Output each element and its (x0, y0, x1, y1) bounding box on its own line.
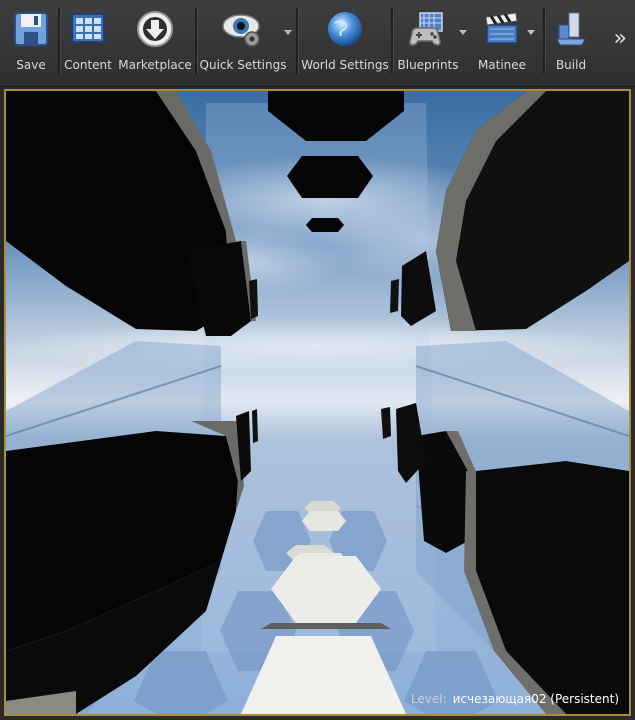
scene-render (6, 91, 629, 714)
matinee-dropdown-icon[interactable] (527, 30, 535, 35)
download-icon (132, 6, 178, 52)
blueprint-gamepad-icon (405, 6, 451, 52)
save-button[interactable]: Save (8, 6, 54, 78)
blueprints-label: Blueprints (397, 58, 459, 72)
toolbar-separator (543, 8, 546, 74)
globe-icon (322, 6, 368, 52)
world-settings-button[interactable]: World Settings (301, 6, 389, 78)
eye-gear-icon (220, 6, 266, 52)
save-label: Save (16, 58, 46, 72)
toolbar-separator (391, 8, 394, 74)
content-button[interactable]: Content (63, 6, 113, 78)
blueprints-button[interactable]: Blueprints (397, 6, 459, 78)
toolbar-separator (296, 8, 299, 74)
floppy-disk-icon (8, 6, 54, 52)
content-browser-icon (65, 6, 111, 52)
build-blocks-icon (548, 6, 594, 52)
matinee-button[interactable]: Matinee (476, 6, 528, 78)
level-label: Level: (410, 692, 447, 706)
build-button[interactable]: Build (548, 6, 594, 78)
blueprints-dropdown-icon[interactable] (459, 30, 467, 35)
level-status: Level: исчезающая02 (Persistent) (411, 692, 619, 706)
toolbar-overflow-icon[interactable]: » (614, 26, 627, 51)
toolbar-separator (195, 8, 198, 74)
level-name: исчезающая02 (Persistent) (452, 692, 619, 706)
marketplace-button[interactable]: Marketplace (118, 6, 192, 78)
build-label: Build (555, 58, 587, 72)
quick-settings-label: Quick Settings (199, 58, 287, 72)
content-label: Content (64, 58, 112, 72)
quick-settings-dropdown-icon[interactable] (284, 30, 292, 35)
toolbar-separator (58, 8, 61, 74)
quick-settings-button[interactable]: Quick Settings (200, 6, 286, 78)
main-toolbar: Save Content Marketplace Quick Settings … (0, 0, 635, 87)
matinee-label: Matinee (477, 58, 527, 72)
marketplace-label: Marketplace (118, 58, 192, 72)
clapperboard-icon (479, 6, 525, 52)
world-settings-label: World Settings (301, 58, 389, 72)
level-viewport[interactable]: Level: исчезающая02 (Persistent) (4, 89, 631, 716)
